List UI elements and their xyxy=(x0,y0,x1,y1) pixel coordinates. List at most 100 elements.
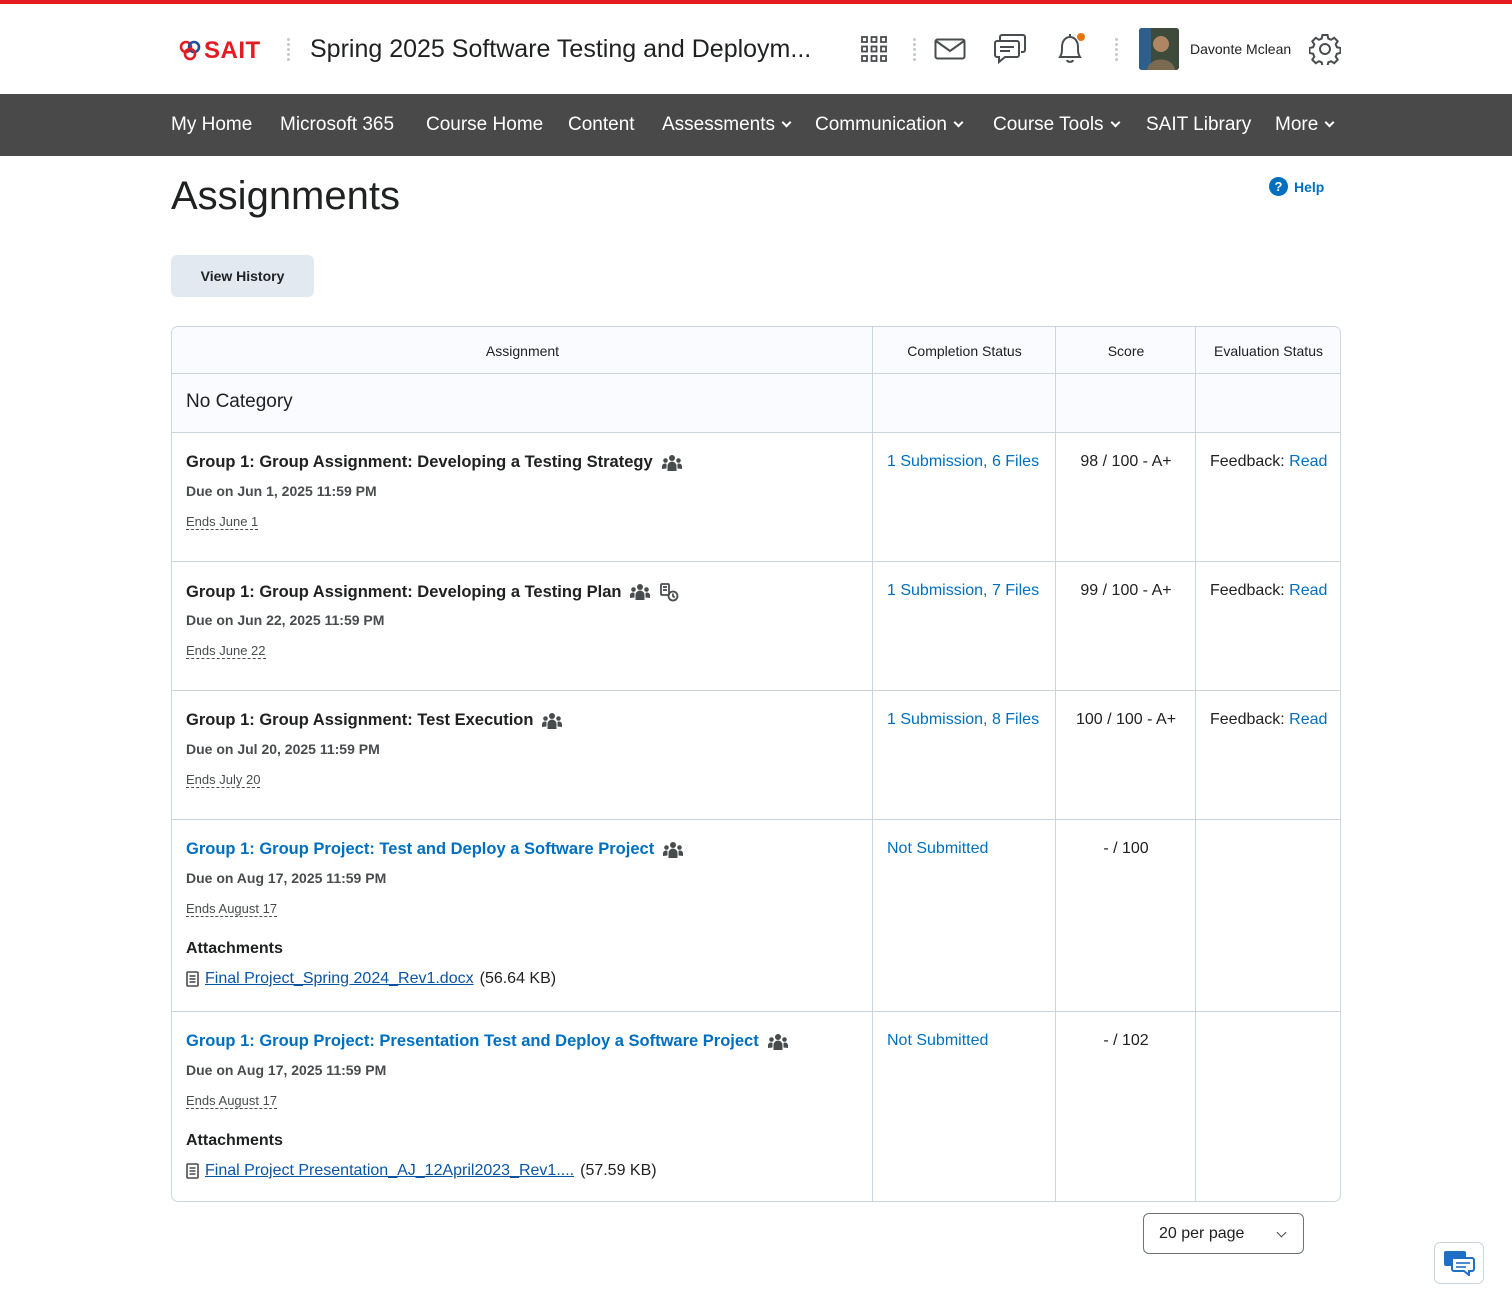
assignment-title-text: Group 1: Group Assignment: Test Executio… xyxy=(186,711,534,729)
end-date[interactable]: Ends July 20 xyxy=(186,773,261,788)
course-title[interactable]: Spring 2025 Software Testing and Deploym… xyxy=(310,35,811,64)
read-feedback-link[interactable]: Read xyxy=(1289,453,1327,470)
assignment-title-text[interactable]: Group 1: Group Project: Presentation Tes… xyxy=(186,1032,759,1051)
due-date: Due on Jun 22, 2025 11:59 PM xyxy=(186,612,385,628)
nav-course-tools[interactable]: Course Tools xyxy=(993,114,1120,136)
evaluation-status: Feedback: Read xyxy=(1210,582,1327,600)
nav-label: SAIT Library xyxy=(1146,114,1252,135)
avatar[interactable] xyxy=(1139,28,1179,70)
nav-label: Course Tools xyxy=(993,114,1104,135)
column-header-evaluation: Evaluation Status xyxy=(1214,342,1323,359)
feedback-label: Feedback: xyxy=(1210,582,1285,599)
page-title: Assignments xyxy=(171,174,400,218)
assignment-title-text: Group 1: Group Assignment: Developing a … xyxy=(186,453,653,471)
table-row: Group 1: Group Assignment: Developing a … xyxy=(172,433,1340,562)
header-divider xyxy=(912,38,916,64)
help-link[interactable]: ? Help xyxy=(1269,177,1324,196)
view-history-button[interactable]: View History xyxy=(171,255,314,297)
help-icon: ? xyxy=(1269,177,1288,196)
group-icon xyxy=(767,1033,788,1050)
nav-microsoft-365[interactable]: Microsoft 365 xyxy=(280,114,394,136)
column-header-completion: Completion Status xyxy=(907,342,1022,359)
site-header: SAIT Spring 2025 Software Testing and De… xyxy=(0,4,1512,94)
evaluation-status: Feedback: Read xyxy=(1210,711,1327,729)
table-row: Group 1: Group Assignment: Developing a … xyxy=(172,562,1340,691)
assignment-title-text[interactable]: Group 1: Group Project: Test and Deploy … xyxy=(186,840,654,859)
per-page-select[interactable]: 20 per page xyxy=(1143,1213,1304,1254)
special-access-icon xyxy=(660,583,679,602)
read-feedback-link[interactable]: Read xyxy=(1289,711,1327,728)
attachment-link[interactable]: Final Project_Spring 2024_Rev1.docx xyxy=(205,970,474,988)
end-date[interactable]: Ends June 1 xyxy=(186,515,259,530)
assignment-title: Group 1: Group Assignment: Developing a … xyxy=(186,582,679,602)
chevron-down-icon xyxy=(953,117,964,128)
score: 98 / 100 - A+ xyxy=(1080,453,1172,470)
nav-course-home[interactable]: Course Home xyxy=(426,114,543,136)
table-header-row: Assignment Completion Status Score Evalu… xyxy=(172,327,1340,374)
attachment-link[interactable]: Final Project Presentation_AJ_12April202… xyxy=(205,1162,574,1180)
attachments-heading: Attachments xyxy=(186,1132,283,1149)
nav-content[interactable]: Content xyxy=(568,114,635,136)
logo-text: SAIT xyxy=(204,37,261,64)
nav-assessments[interactable]: Assessments xyxy=(662,114,792,136)
course-navbar: My Home Microsoft 365 Course Home Conten… xyxy=(0,94,1512,156)
end-date[interactable]: Ends August 17 xyxy=(186,902,278,917)
score: 100 / 100 - A+ xyxy=(1075,711,1177,728)
sait-logo-icon xyxy=(179,40,201,61)
help-label: Help xyxy=(1294,178,1325,195)
completion-status-link[interactable]: 1 Submission, 8 Files xyxy=(887,711,1039,729)
per-page-value: 20 per page xyxy=(1159,1224,1245,1242)
feedback-label: Feedback: xyxy=(1210,711,1285,728)
nav-label: Assessments xyxy=(662,114,775,135)
feedback-label: Feedback: xyxy=(1210,453,1285,470)
end-date[interactable]: Ends August 17 xyxy=(186,1094,278,1109)
assignment-title: Group 1: Group Assignment: Test Executio… xyxy=(186,711,563,730)
group-icon xyxy=(663,841,684,858)
chat-icon[interactable] xyxy=(993,32,1027,66)
assignments-table: Assignment Completion Status Score Evalu… xyxy=(171,326,1341,1202)
chevron-down-icon xyxy=(1324,117,1335,128)
attachment-size: (56.64 KB) xyxy=(479,970,557,987)
table-row: Group 1: Group Project: Presentation Tes… xyxy=(172,1012,1340,1201)
mail-icon[interactable] xyxy=(933,32,967,66)
nav-label: My Home xyxy=(171,114,253,135)
notification-badge xyxy=(1076,32,1086,42)
completion-status[interactable]: Not Submitted xyxy=(887,840,988,858)
chevron-down-icon xyxy=(781,117,792,128)
chat-support-button[interactable] xyxy=(1434,1242,1484,1284)
completion-status[interactable]: Not Submitted xyxy=(887,1032,988,1050)
assignment-title-link[interactable]: Group 1: Group Project: Test and Deploy … xyxy=(186,840,684,859)
nav-label: Communication xyxy=(815,114,947,135)
document-icon xyxy=(186,1163,199,1179)
nav-communication[interactable]: Communication xyxy=(815,114,964,136)
nav-label: Content xyxy=(568,114,635,135)
category-row: No Category xyxy=(172,374,1340,433)
nav-my-home[interactable]: My Home xyxy=(171,114,252,136)
nav-sait-library[interactable]: SAIT Library xyxy=(1146,114,1251,136)
assignment-title-link[interactable]: Group 1: Group Project: Presentation Tes… xyxy=(186,1032,788,1051)
due-date: Due on Jun 1, 2025 11:59 PM xyxy=(186,483,377,499)
read-feedback-link[interactable]: Read xyxy=(1289,582,1327,599)
column-header-assignment: Assignment xyxy=(485,342,560,359)
bell-icon[interactable] xyxy=(1053,32,1087,66)
attachments-heading: Attachments xyxy=(186,940,283,957)
sait-logo[interactable]: SAIT xyxy=(178,37,261,65)
apps-grid-icon[interactable] xyxy=(857,32,891,66)
completion-status-link[interactable]: 1 Submission, 7 Files xyxy=(887,582,1039,600)
group-icon xyxy=(661,454,682,471)
score: - / 100 xyxy=(1103,840,1149,857)
nav-more[interactable]: More xyxy=(1275,114,1335,136)
user-name[interactable]: Davonte Mclean xyxy=(1190,41,1291,57)
evaluation-status: Feedback: Read xyxy=(1210,453,1327,471)
header-divider xyxy=(1114,38,1118,64)
end-date[interactable]: Ends June 22 xyxy=(186,644,266,659)
due-date: Due on Aug 17, 2025 11:59 PM xyxy=(186,1062,387,1078)
due-date: Due on Jul 20, 2025 11:59 PM xyxy=(186,741,380,757)
completion-status-link[interactable]: 1 Submission, 6 Files xyxy=(887,453,1039,471)
assignment-title-text: Group 1: Group Assignment: Developing a … xyxy=(186,582,622,601)
gear-icon[interactable] xyxy=(1308,32,1342,66)
group-icon xyxy=(630,584,651,600)
document-icon xyxy=(186,971,199,987)
due-date: Due on Aug 17, 2025 11:59 PM xyxy=(186,870,387,886)
column-header-score: Score xyxy=(1107,342,1145,359)
